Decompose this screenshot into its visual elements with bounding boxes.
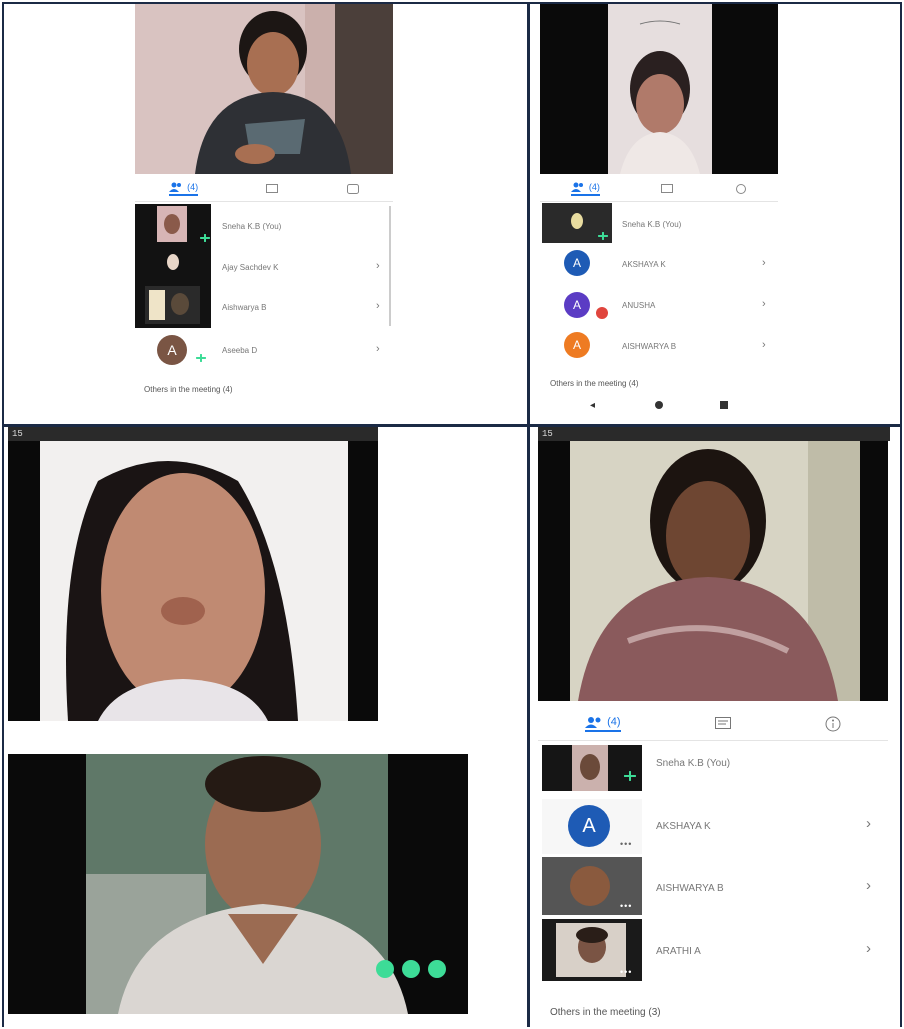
tab-people-count: (4) (187, 181, 199, 192)
main-video-tile[interactable] (538, 441, 888, 701)
avatar: A (568, 805, 610, 847)
more-options-icon[interactable]: ••• (620, 967, 632, 977)
participant-name: AISHWARYA B (622, 342, 677, 351)
nav-back-button[interactable]: ◂ (590, 400, 595, 411)
chevron-right-icon[interactable]: › (866, 815, 871, 832)
people-icon (585, 716, 601, 728)
tab-info[interactable] (825, 716, 841, 732)
tab-chat[interactable] (266, 183, 279, 194)
others-in-meeting-label: Others in the meeting (4) (144, 385, 233, 394)
people-icon (570, 182, 583, 192)
mic-active-icon (624, 771, 636, 781)
mic-muted-icon (596, 307, 608, 319)
screenshot-top-right: (4) Sneha K.B (You) A AKSHAYA K › A ANUS… (530, 4, 900, 424)
participant-video-image (135, 4, 393, 174)
screenshot-bottom-left: 15 (4, 427, 527, 1027)
more-options-icon[interactable] (402, 960, 420, 978)
participant-name: Aseeba D (222, 346, 258, 355)
others-in-meeting-label: Others in the meeting (4) (550, 379, 639, 388)
participant-name: Sneha K.B (You) (656, 758, 731, 769)
info-icon (825, 716, 841, 731)
screenshot-top-left: (4) Sneha K.B (You) Ajay Sachdev K › Ais… (4, 4, 527, 424)
avatar: A (564, 250, 590, 276)
participant-name: Sneha K.B (You) (222, 222, 282, 231)
participant-name: ARATHI A (656, 946, 701, 957)
status-time: 15 (12, 429, 23, 439)
participant-video-image (8, 754, 468, 1014)
chevron-right-icon[interactable]: › (376, 260, 380, 272)
info-icon (736, 183, 747, 194)
avatar: A (564, 332, 590, 358)
chevron-right-icon[interactable]: › (376, 343, 380, 355)
participant-name: AKSHAYA K (656, 821, 711, 832)
participant-thumbnail (542, 745, 642, 791)
chevron-right-icon[interactable]: › (866, 877, 871, 894)
main-video-tile[interactable] (540, 4, 778, 174)
avatar: A (564, 292, 590, 318)
participant-video-image (538, 441, 888, 701)
more-options-icon[interactable] (428, 960, 446, 978)
chevron-right-icon[interactable]: › (762, 339, 766, 351)
tab-chat[interactable] (661, 183, 674, 194)
tab-bar: (4) (538, 707, 888, 741)
tab-people-count: (4) (607, 715, 621, 728)
avatar: A (157, 335, 187, 365)
participant-name: Aishwarya B (222, 303, 267, 312)
people-icon (169, 182, 182, 192)
tab-info[interactable] (346, 183, 359, 194)
mic-active-icon (200, 234, 210, 242)
chevron-right-icon[interactable]: › (762, 298, 766, 310)
main-video-tile[interactable] (135, 4, 393, 174)
status-bar: 15 (538, 427, 890, 441)
more-options-icon[interactable]: ••• (620, 839, 632, 849)
participant-name: AISHWARYA B (656, 883, 724, 894)
chevron-right-icon[interactable]: › (762, 257, 766, 269)
tab-people[interactable]: (4) (570, 181, 600, 196)
chevron-right-icon[interactable]: › (376, 300, 380, 312)
tab-people[interactable]: (4) (169, 181, 199, 196)
participant-name: AKSHAYA K (622, 260, 666, 269)
thumbnail-image (572, 745, 608, 791)
nav-recents-button[interactable] (720, 401, 728, 409)
participant-name: Ajay Sachdev K (222, 263, 279, 272)
mic-active-icon (196, 354, 206, 362)
participant-name: Sneha K.B (You) (622, 220, 682, 229)
tab-bar: (4) (135, 176, 393, 202)
participant-video-image (540, 4, 778, 174)
others-in-meeting-label: Others in the meeting (3) (550, 1007, 661, 1018)
more-options-icon[interactable]: ••• (620, 901, 632, 911)
nav-home-button[interactable] (655, 401, 663, 409)
status-bar: 15 (8, 427, 378, 441)
status-time: 15 (542, 429, 553, 439)
chevron-right-icon[interactable]: › (866, 940, 871, 957)
chat-icon (714, 717, 731, 729)
main-video-tile[interactable] (8, 441, 378, 721)
tab-chat[interactable] (714, 717, 731, 730)
tab-people-count: (4) (588, 181, 600, 192)
tab-info[interactable] (735, 183, 747, 194)
thumbnail-strip-image (145, 206, 200, 324)
screenshot-bottom-right: 15 (4) Sneha K.B (You) A ••• AKSHAYA K ›… (530, 427, 900, 1027)
participant-thumbnail (135, 204, 211, 328)
mic-active-icon (598, 232, 608, 240)
participant-name: ANUSHA (622, 301, 656, 310)
info-icon (346, 183, 359, 194)
tab-bar: (4) (540, 176, 778, 202)
more-options-icon[interactable] (376, 960, 394, 978)
chat-icon (661, 183, 674, 193)
scrollbar[interactable] (389, 206, 391, 326)
chat-icon (266, 183, 279, 193)
tab-people[interactable]: (4) (585, 715, 621, 732)
participant-video-image (8, 441, 378, 721)
main-video-tile[interactable] (8, 754, 468, 1014)
